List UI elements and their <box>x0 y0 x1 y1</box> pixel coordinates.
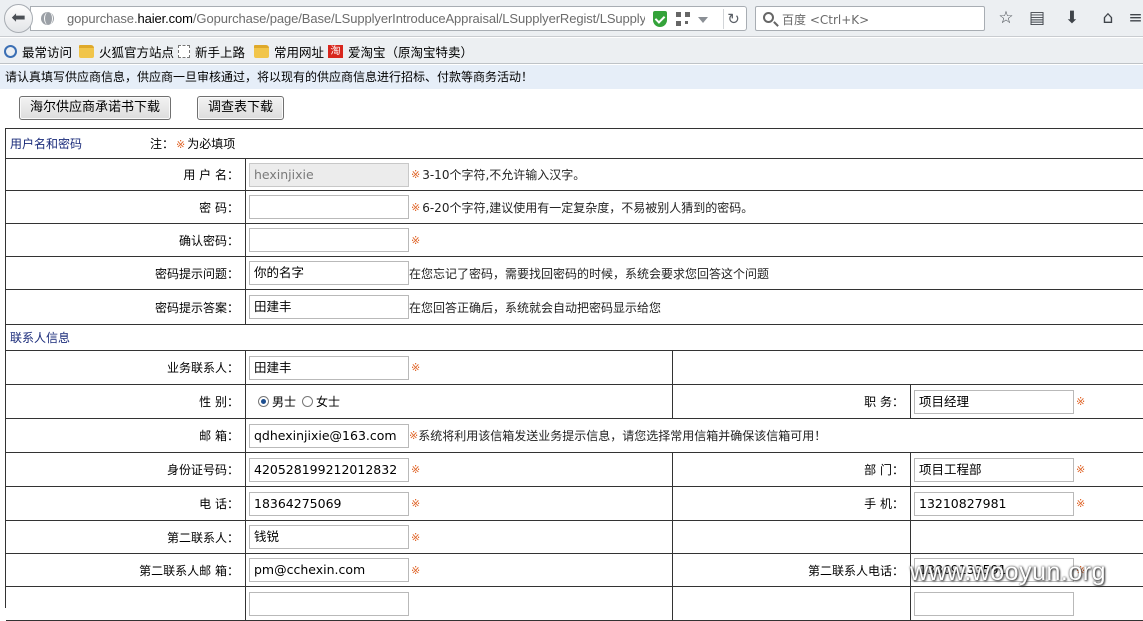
url-text[interactable]: gopurchase.haier.com/Gopurchase/page/Bas… <box>67 11 645 26</box>
mobile-input[interactable]: 13210827981 <box>914 491 1074 516</box>
page-icon <box>178 44 190 58</box>
section-account-header: 用户名和密码 注： ※ 为必填项 <box>6 129 1143 159</box>
survey-download-button[interactable]: 调查表下载 <box>197 96 285 120</box>
username-hint: 3-10个字符,不允许输入汉字。 <box>422 168 586 182</box>
qr-code-icon[interactable] <box>676 12 690 26</box>
required-mark: ※ <box>411 530 421 544</box>
required-mark: ※ <box>1076 463 1086 476</box>
globe-icon <box>41 12 54 25</box>
password-answer-label: 密码提示答案： <box>6 290 246 325</box>
bookmark-firefox-site[interactable]: 火狐官方站点 <box>79 42 174 60</box>
id-number-input[interactable]: 420528199212012832 <box>249 457 409 482</box>
cut-off-label <box>673 587 911 621</box>
password-question-input[interactable]: 你的名字 <box>249 261 409 285</box>
gender-male-radio[interactable] <box>258 396 269 407</box>
business-contact-label: 业务联系人： <box>6 351 246 385</box>
required-mark: ※ <box>1076 497 1086 510</box>
section-title: 用户名和密码 <box>10 137 83 151</box>
email-label: 邮 箱： <box>6 419 246 453</box>
bookmark-ai-taobao[interactable]: 淘爱淘宝（原淘宝特卖） <box>328 42 473 60</box>
gender-label: 性 别： <box>6 385 246 419</box>
password-answer-hint: 在您回答正确后，系统就会自动把密码显示给您 <box>409 300 662 315</box>
bookmarks-toolbar: 最常访问 火狐官方站点 新手上路 常用网址 淘爱淘宝（原淘宝特卖） <box>0 38 1143 64</box>
back-arrow-icon: ⬅ <box>11 8 26 28</box>
password-label: 密 码： <box>6 191 246 224</box>
confirm-password-input[interactable] <box>249 228 409 252</box>
required-mark: ※ <box>411 361 421 374</box>
second-contact-input[interactable]: 钱锐 <box>249 525 409 549</box>
confirm-password-label: 确认密码： <box>6 224 246 257</box>
required-mark: ※ <box>411 563 421 577</box>
email-input[interactable]: qdhexinjixie@163.com <box>249 423 409 448</box>
notice-banner: 请认真填写供应商信息，供应商一旦审核通过，将以现有的供应商信息进行招标、付款等商… <box>0 65 1143 89</box>
id-number-label: 身份证号码： <box>6 453 246 487</box>
menu-icon[interactable]: ≡ <box>1128 6 1143 30</box>
settings-icon <box>4 44 17 58</box>
required-mark: ※ <box>411 200 421 214</box>
gender-male-label: 男士 <box>272 395 297 409</box>
folder-icon <box>79 44 94 58</box>
bookmark-star-icon[interactable]: ☆ <box>994 6 1018 30</box>
folder-icon <box>254 44 269 58</box>
browser-navbar: gopurchase.haier.com/Gopurchase/page/Bas… <box>0 0 1143 37</box>
back-button[interactable]: ⬅ <box>4 4 33 33</box>
search-bar[interactable]: 百度 <Ctrl+K> <box>755 6 985 31</box>
bookmark-common-sites[interactable]: 常用网址 <box>254 42 324 60</box>
empty-cell <box>673 351 1143 385</box>
empty-cell <box>673 521 911 554</box>
required-note: 注： ※ 为必填项 <box>150 137 236 151</box>
password-input[interactable] <box>249 195 409 219</box>
watermark: www.wooyun.org <box>910 558 1106 586</box>
mobile-label: 手 机： <box>673 487 911 521</box>
department-input[interactable]: 项目工程部 <box>914 457 1074 482</box>
shield-check-icon[interactable] <box>653 11 667 27</box>
commitment-download-button[interactable]: 海尔供应商承诺书下载 <box>19 96 172 120</box>
cut-off-input[interactable] <box>249 591 409 616</box>
position-label: 职 务： <box>673 385 911 419</box>
search-icon <box>763 12 774 23</box>
required-mark: ※ <box>411 497 421 510</box>
second-contact-label: 第二联系人： <box>6 521 246 554</box>
username-label: 用 户 名： <box>6 159 246 191</box>
second-contact-email-input[interactable]: pm@cchexin.com <box>249 558 409 582</box>
second-contact-phone-label: 第二联系人电话： <box>673 554 911 587</box>
section-title: 联系人信息 <box>10 331 71 345</box>
reload-icon[interactable]: ↻ <box>723 9 743 29</box>
registration-form: 用户名和密码 注： ※ 为必填项 用 户 名： hexinjixie ※ 3-10个… <box>5 128 1143 621</box>
username-input[interactable]: hexinjixie <box>249 162 409 187</box>
gender-female-radio[interactable] <box>302 396 314 407</box>
password-answer-input[interactable]: 田建丰 <box>249 295 409 319</box>
download-icon[interactable]: ⬇ <box>1060 6 1084 30</box>
phone-input[interactable]: 18364275069 <box>249 491 409 516</box>
second-contact-email-label: 第二联系人邮 箱： <box>6 554 246 587</box>
url-bar[interactable]: gopurchase.haier.com/Gopurchase/page/Bas… <box>30 6 747 31</box>
business-contact-input[interactable]: 田建丰 <box>249 355 409 380</box>
required-mark: ※ <box>411 233 421 247</box>
department-label: 部 门： <box>673 453 911 487</box>
bookmark-most-visited[interactable]: 最常访问 <box>4 42 72 60</box>
empty-cell <box>911 521 1143 554</box>
required-mark: ※ <box>409 429 419 442</box>
required-mark: ※ <box>411 463 421 476</box>
bookmark-getting-started[interactable]: 新手上路 <box>178 42 245 60</box>
required-mark: ※ <box>1076 395 1086 408</box>
cut-off-label <box>6 587 246 621</box>
gender-female-label: 女士 <box>316 395 341 409</box>
url-history-dropdown-icon[interactable] <box>698 17 708 23</box>
required-mark: ※ <box>411 168 421 181</box>
phone-label: 电 话： <box>6 487 246 521</box>
position-input[interactable]: 项目经理 <box>914 389 1074 414</box>
password-question-label: 密码提示问题： <box>6 257 246 290</box>
cut-off-input[interactable] <box>914 591 1074 616</box>
email-hint: 系统将利用该信箱发送业务提示信息，请您选择常用信箱并确保该信箱可用！ <box>418 429 827 443</box>
taobao-icon: 淘 <box>328 44 343 58</box>
reading-list-icon[interactable]: ▤ <box>1025 6 1049 30</box>
password-question-hint: 在您忘记了密码，需要找回密码的时候，系统会要求您回答这个问题 <box>409 266 770 281</box>
home-icon[interactable]: ⌂ <box>1096 6 1120 30</box>
section-contact-header: 联系人信息 <box>6 325 1143 351</box>
password-hint: 6-20个字符,建议使用有一定复杂度，不易被别人猜到的密码。 <box>422 200 754 215</box>
search-placeholder: 百度 <Ctrl+K> <box>782 13 870 27</box>
